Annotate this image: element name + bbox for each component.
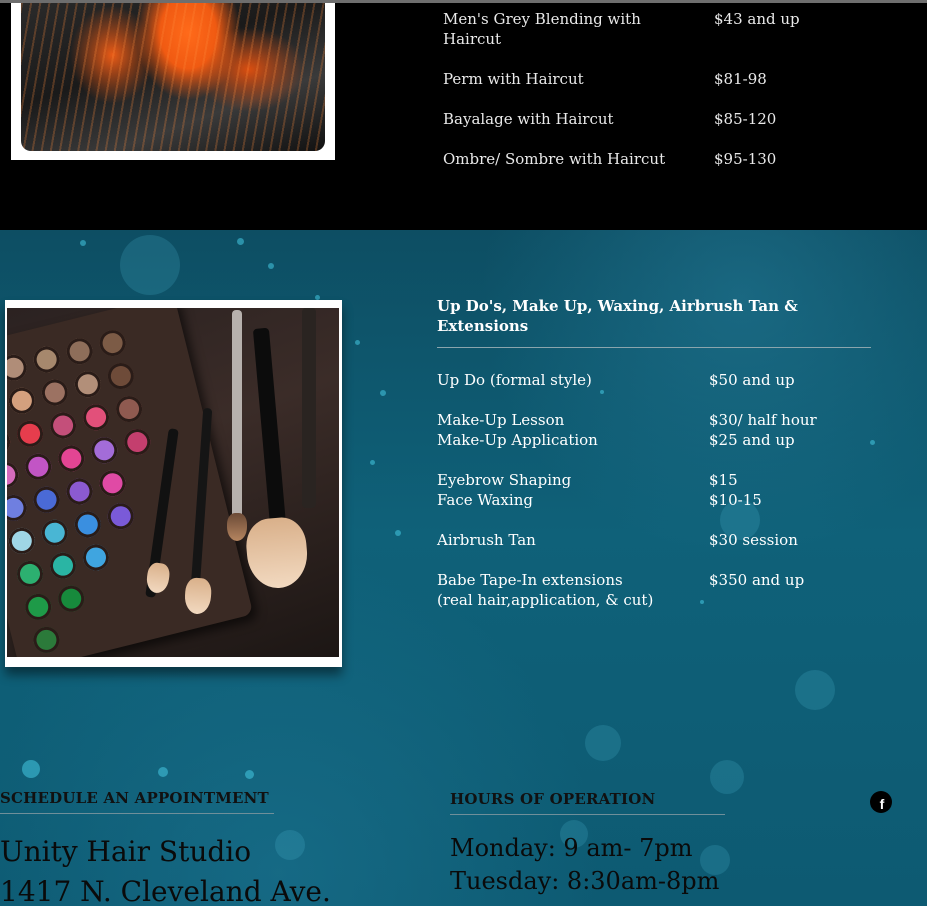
service-name: Make-Up Application [437,431,598,449]
service-price: $50 and up [709,371,795,389]
service-price: $85-120 [714,110,777,128]
schedule-heading: SCHEDULE AN APPOINTMENT [0,789,269,807]
orange-hair-photo [21,3,325,151]
service-name: Ombre/ Sombre with Haircut [443,150,666,168]
hours-line: Monday: 9 am- 7pm [450,834,693,862]
service-price: $30/ half hour [709,411,817,429]
bokeh-dot [120,235,180,295]
studio-name: Unity Hair Studio [0,835,252,868]
divider [437,347,871,348]
service-price: $95-130 [714,150,777,168]
bokeh-dot [585,725,621,761]
makeup-photo-frame [5,300,342,667]
makeup-palette-photo [7,308,339,657]
studio-address: 1417 N. Cleveland Ave. [0,875,331,906]
makeup-brush [252,327,288,539]
service-name: Make-Up Lesson [437,411,565,429]
service-name: Babe Tape-In extensions [437,571,623,589]
service-price: $43 and up [714,10,800,28]
service-name: Bayalage with Haircut [443,110,614,128]
bokeh-dot [710,760,744,794]
service-name: Face Waxing [437,491,533,509]
facebook-glyph: f [879,795,885,812]
bokeh-dot [80,240,86,246]
bokeh-dot [795,670,835,710]
service-name: Eyebrow Shaping [437,471,572,489]
divider [450,814,725,815]
hair-services-section: Men's Grey Blending with Haircut $43 and… [0,3,927,230]
hours-line: Tuesday: 8:30am-8pm [450,867,720,895]
bokeh-dot [237,238,244,245]
bokeh-dot [395,530,401,536]
service-price: $81-98 [714,70,767,88]
service-price: $350 and up [709,571,805,589]
bokeh-dot [245,770,254,779]
facebook-icon[interactable]: f [870,791,892,813]
service-name: Men's Grey Blending with Haircut [443,10,641,48]
service-price: $30 session [709,531,798,549]
eyeshadow-palette [7,308,254,657]
makeup-brush [232,310,242,530]
bokeh-dot [600,390,604,394]
bokeh-dot [275,830,305,860]
service-price: $15 [709,471,738,489]
service-name: Up Do (formal style) [437,371,592,389]
divider [0,813,274,814]
bokeh-dot [380,390,386,396]
service-name: Airbrush Tan [437,531,536,549]
brush-tip [227,513,247,541]
service-note: (real hair,application, & cut) [437,591,654,609]
bokeh-dot [268,263,274,269]
brush-tip [244,515,310,591]
service-price: $10-15 [709,491,762,509]
service-price: $25 and up [709,431,795,449]
makeup-brush [302,308,316,508]
service-name: Perm with Haircut [443,70,584,88]
hours-heading: HOURS OF OPERATION [450,790,656,808]
bokeh-dot [22,760,40,778]
bokeh-dot [355,340,360,345]
bokeh-dot [158,767,168,777]
services-title: Up Do's, Make Up, Waxing, Airbrush Tan &… [437,297,798,335]
hair-photo-frame [11,3,335,160]
bokeh-dot [370,460,375,465]
makeup-services-section: Up Do's, Make Up, Waxing, Airbrush Tan &… [0,230,927,906]
